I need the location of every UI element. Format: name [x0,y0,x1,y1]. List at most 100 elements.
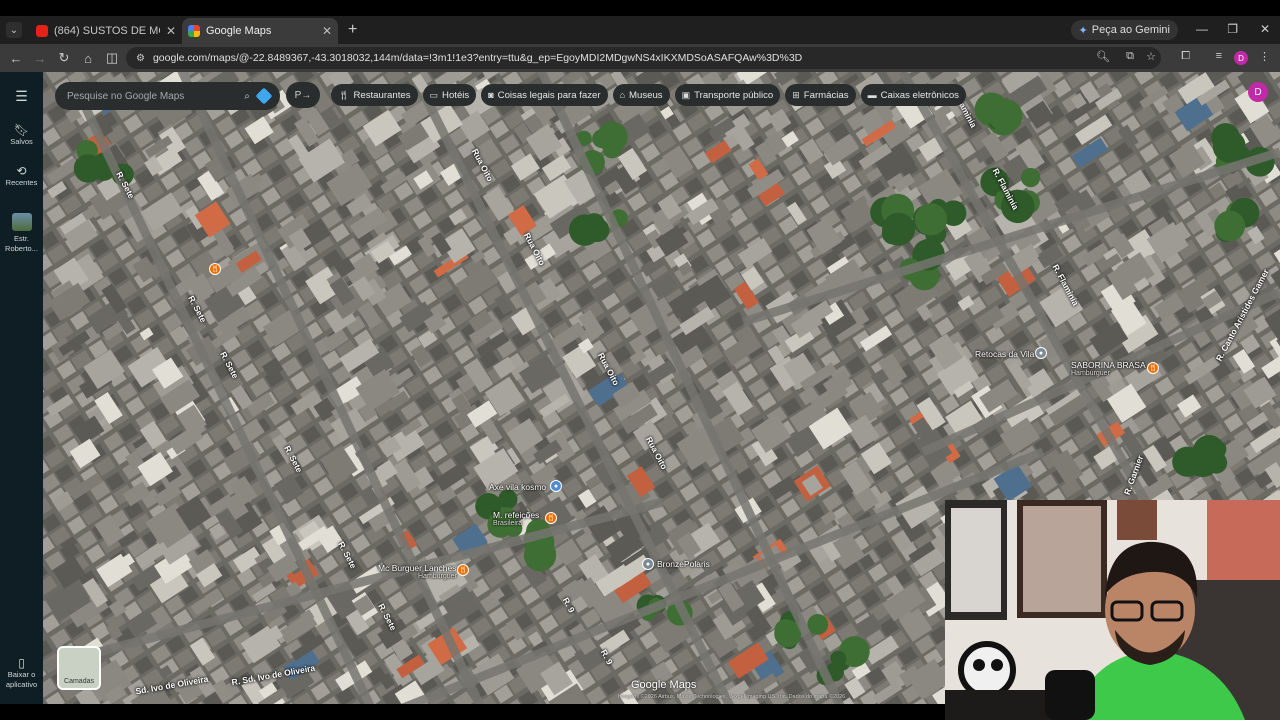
restaurant-pin[interactable]: 🍴︎ [545,512,557,524]
place-category: Brasileira [493,520,523,527]
place-label[interactable]: BronzePolaris [657,559,710,569]
close-tab-icon[interactable]: ✕ [322,24,332,38]
letterbox-bottom [0,704,945,720]
chip-label: Caixas eletrônicos [880,89,959,101]
sidebar-item-recents[interactable]: ⟲ Recentes [0,164,43,187]
maximize-icon[interactable]: ❐ [1227,22,1238,36]
tree [830,650,847,667]
chip-label: Hotéis [442,89,470,101]
tree [602,139,622,159]
tree [73,154,103,183]
recent-place-thumbnail [11,213,32,231]
maps-sidebar: ☰ 🔖︎ Salvos ⟲ Recentes Estr. Roberto... … [0,72,43,704]
url-text: google.com/maps/@-22.8489367,-43.3018032… [152,52,803,64]
tree [1205,451,1228,474]
pharmacy-icon: ⊞ [792,89,800,100]
tab-title: (864) SUSTOS DE MOTO (EP. 26 [54,25,160,37]
tab-search-chevron-icon[interactable]: ⌄ [6,22,22,38]
place-pin[interactable]: ● [642,558,654,570]
download-app-button[interactable]: ▯ Baixar o aplicativo [0,656,43,690]
chip-things-to-do[interactable]: ◙ Coisas legais para fazer [481,84,608,106]
chip-atms[interactable]: ▬ Caixas eletrônicos [860,84,966,106]
restaurant-pin[interactable]: 🍴︎ [209,263,221,275]
back-icon[interactable]: ← [4,51,28,66]
bookmark-star-icon[interactable]: ☆ [1146,50,1156,63]
hamburger-menu-icon[interactable]: ☰ [15,88,28,105]
gemini-button[interactable]: ✦ Peça ao Gemini [1070,20,1178,40]
webcam-person-image [945,500,1280,720]
media-icon[interactable]: ≡ [1216,50,1222,62]
tree [807,613,829,635]
place-pin[interactable]: ● [550,480,562,492]
restaurant-pin[interactable]: 🍴︎ [457,564,469,576]
fork-knife-icon: 🍴︎ [338,89,350,100]
map-attribution: Imagens ©2026 Airbus, Maxar Technologies… [618,694,846,700]
letterbox-top [0,0,1280,16]
place-label[interactable]: M. refeições Brasileira [493,510,539,527]
minimize-icon[interactable]: — [1196,22,1208,36]
reload-icon[interactable]: ↻ [52,50,76,66]
tab-google-maps[interactable]: Google Maps ✕ [182,18,338,44]
place-name: Mc Burguer Lanches [378,563,457,573]
directions-icon[interactable] [255,87,273,105]
youtube-icon [36,25,48,37]
chip-label: Farmácias [803,89,849,101]
chip-pharmacies[interactable]: ⊞ Farmácias [785,84,856,106]
home-icon[interactable]: ⌂ [76,51,100,66]
layers-button[interactable]: Camadas [57,646,101,690]
chip-label: Transporte público [694,89,774,101]
restaurant-pin[interactable]: 🍴︎ [1147,362,1159,374]
menu-dots-icon[interactable]: ⋮ [1259,50,1270,63]
search-input[interactable]: Pesquise no Google Maps [67,91,236,102]
forward-icon[interactable]: → [28,51,52,66]
gemini-star-icon: ✦ [1078,24,1088,37]
close-window-icon[interactable]: ✕ [1260,22,1270,36]
map-user-avatar[interactable]: D [1248,82,1268,102]
tab-youtube[interactable]: (864) SUSTOS DE MOTO (EP. 26 ✕ [30,18,182,44]
install-app-icon[interactable]: ⧉ [1126,50,1134,63]
tree [980,98,1007,125]
chip-restaurants[interactable]: 🍴︎ Restaurantes [331,84,418,106]
layer-switch-button[interactable]: P→ [286,82,320,108]
chip-transit[interactable]: ▣ Transporte público [674,84,781,106]
place-label[interactable]: SABORINA BRASA Hambúrguer [1071,360,1146,377]
tree [882,212,916,246]
sidebar-item-label: Salvos [10,137,33,146]
close-tab-icon[interactable]: ✕ [166,24,176,38]
chip-hotels[interactable]: ▭ Hotéis [422,84,477,106]
place-name: SABORINA BRASA [1071,360,1146,370]
museum-icon: ⌂ [619,90,626,100]
address-bar[interactable]: ⚙ google.com/maps/@-22.8489367,-43.30180… [126,47,1161,69]
tree [568,214,601,246]
zoom-icon[interactable]: 🔍︎ [1096,50,1110,63]
sidebar-item-recent-place[interactable]: Estr. Roberto... [0,213,43,254]
place-category: Hamburguer [418,573,457,580]
place-pin[interactable]: ● [1035,347,1047,359]
place-label[interactable]: Retocas da Vila [975,349,1034,359]
layers-label: Camadas [64,678,94,685]
tab-title: Google Maps [206,25,272,37]
google-maps-logo: Google Maps [631,679,697,691]
sidebar-item-saved[interactable]: 🔖︎ Salvos [0,123,43,146]
split-view-icon[interactable]: ◫ [100,50,124,66]
chip-label: Museus [629,89,663,101]
profile-avatar[interactable]: D [1234,51,1248,65]
chip-label: Coisas legais para fazer [497,89,601,101]
train-icon: ▣ [681,89,691,100]
camera-icon: ◙ [488,90,494,100]
extensions-icon[interactable]: ⧠ [1181,50,1190,63]
new-tab-button[interactable]: + [348,21,357,39]
atm-icon: ▬ [867,90,877,100]
browser-toolbar: ← → ↻ ⌂ ◫ ⚙ google.com/maps/@-22.8489367… [0,44,1280,72]
place-label[interactable]: Mc Burguer Lanches Hamburguer [378,563,457,580]
site-info-icon[interactable]: ⚙ [136,53,145,64]
place-label[interactable]: Axe vila kosmo [489,482,546,492]
search-icon[interactable]: ⌕ [236,91,258,102]
sidebar-item-label: Recentes [5,178,38,187]
screen: ⌄ (864) SUSTOS DE MOTO (EP. 26 ✕ Google … [0,0,1280,720]
tree [498,489,518,509]
search-box[interactable]: Pesquise no Google Maps ⌕ [55,82,280,110]
category-chips: 🍴︎ Restaurantes ▭ Hotéis ◙ Coisas legais pa… [331,84,966,106]
chip-museums[interactable]: ⌂ Museus [612,84,670,106]
webcam-overlay [945,500,1280,720]
